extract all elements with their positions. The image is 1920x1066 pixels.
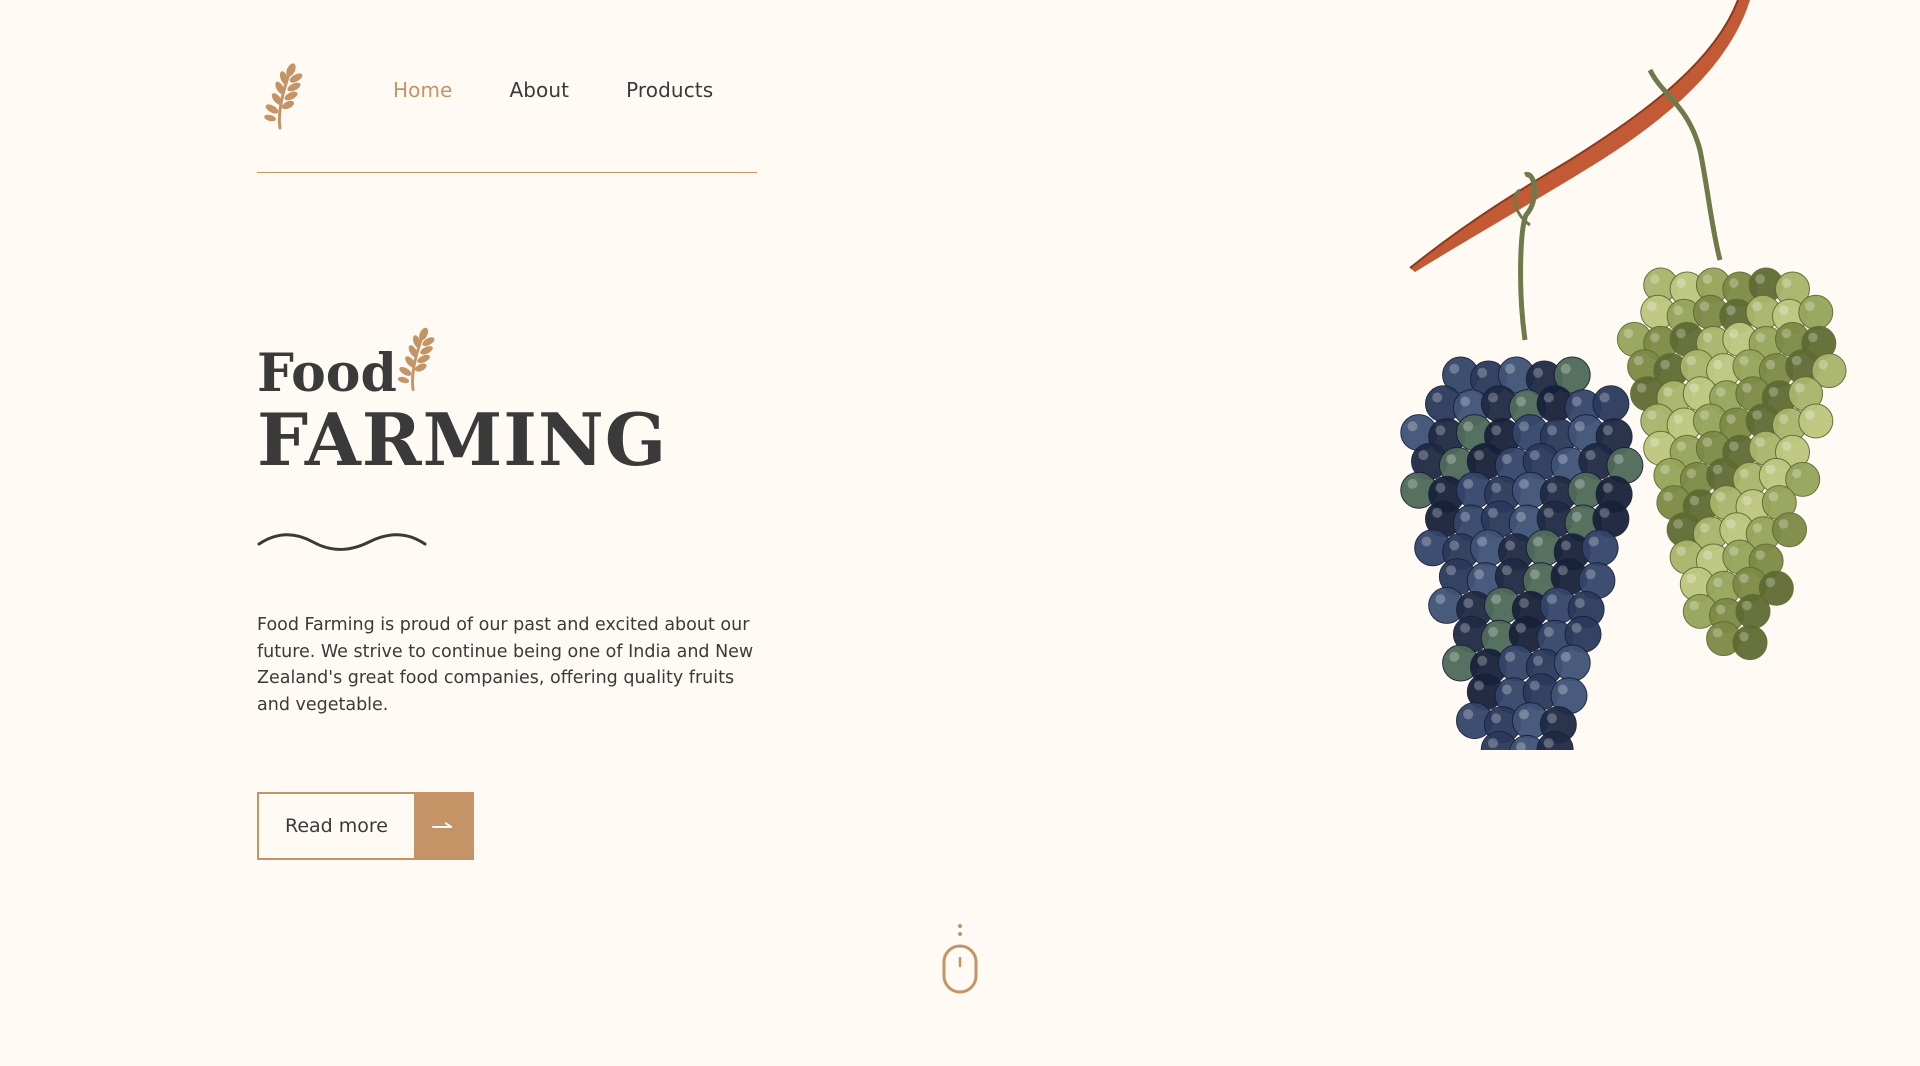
arrow-right-icon — [414, 794, 472, 858]
hero-title-line1: Food — [257, 343, 397, 404]
grapes-illustration — [1320, 0, 1860, 801]
logo-wheat-icon[interactable] — [258, 58, 306, 130]
nav-link-about[interactable]: About — [509, 78, 569, 102]
wave-divider — [257, 530, 427, 554]
nav-link-home[interactable]: Home — [393, 78, 452, 102]
read-more-label: Read more — [285, 815, 388, 837]
hero-title: Food FARMING — [257, 322, 667, 476]
nav-divider — [257, 172, 757, 173]
main-nav: Home About Products — [393, 78, 713, 102]
read-more-button[interactable]: Read more — [257, 792, 474, 860]
mouse-scroll-icon[interactable] — [940, 920, 980, 996]
hero-description: Food Farming is proud of our past and ex… — [257, 615, 754, 715]
wheat-icon — [392, 322, 438, 392]
nav-link-products[interactable]: Products — [626, 78, 713, 102]
hero-title-line2: FARMING — [257, 397, 668, 482]
